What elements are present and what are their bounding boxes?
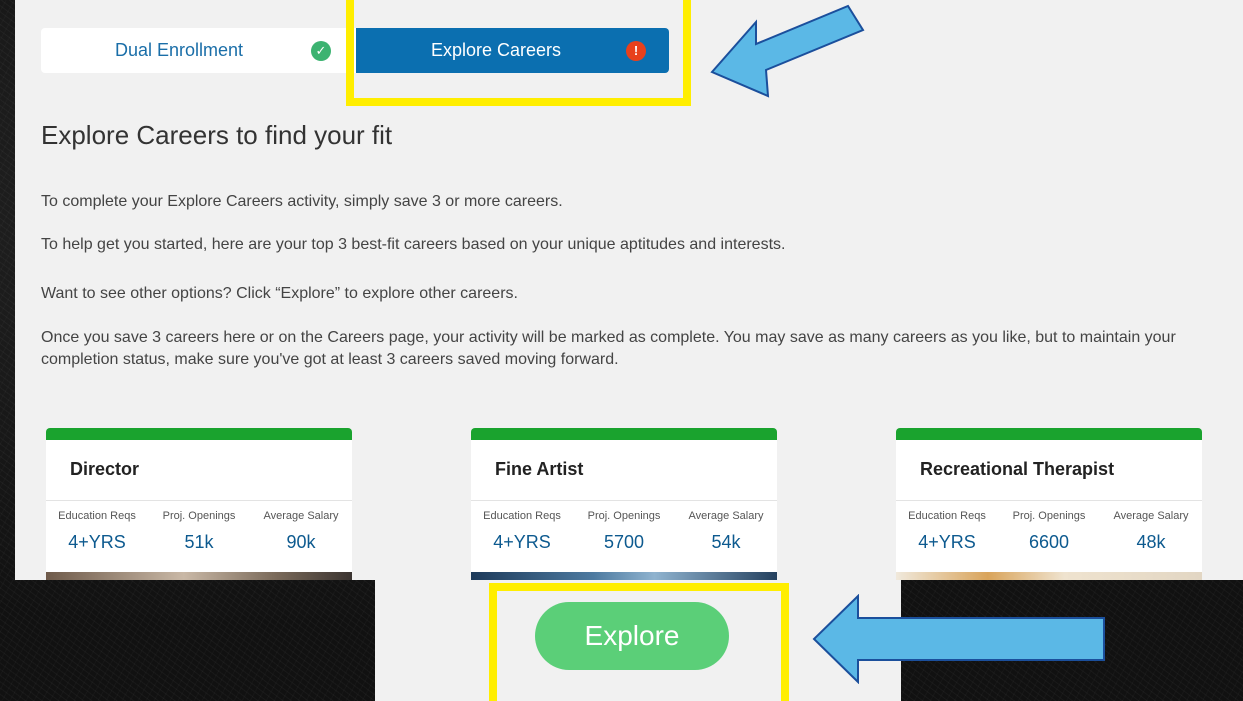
card-divider <box>471 500 777 501</box>
stat-label: Education Reqs <box>483 510 561 522</box>
stat-openings: Proj. Openings 51k <box>148 510 250 553</box>
stat-education: Education Reqs 4+YRS <box>471 510 573 553</box>
stat-label: Average Salary <box>1113 510 1189 522</box>
instruction-text-1: To complete your Explore Careers activit… <box>41 193 563 210</box>
stat-value: 48k <box>1136 532 1166 552</box>
tab-dual-enrollment-label: Dual Enrollment <box>115 40 244 60</box>
career-photo <box>471 572 777 580</box>
page-title: Explore Careers to find your fit <box>41 120 393 150</box>
stat-label: Average Salary <box>688 510 764 522</box>
stat-value: 6600 <box>1028 532 1070 552</box>
stat-value: 4+YRS <box>493 532 551 552</box>
career-title: Fine Artist <box>495 459 584 479</box>
stat-value: 4+YRS <box>918 532 976 552</box>
stat-value: 51k <box>184 532 214 552</box>
career-card-fine-artist[interactable]: Fine Artist Education Reqs 4+YRS Proj. O… <box>471 428 777 580</box>
stat-value: 5700 <box>603 532 645 552</box>
stat-label: Education Reqs <box>908 510 986 522</box>
instruction-text-3: Want to see other options? Click “Explor… <box>41 285 518 302</box>
stat-openings: Proj. Openings 5700 <box>573 510 675 553</box>
explore-button[interactable]: Explore <box>535 602 729 670</box>
stat-label: Proj. Openings <box>1012 510 1086 522</box>
arrow-icon <box>710 4 865 98</box>
card-divider <box>896 500 1202 501</box>
highlight-box-tab <box>346 0 691 106</box>
stat-label: Average Salary <box>263 510 339 522</box>
tab-dual-enrollment[interactable]: Dual Enrollment ✓ <box>41 28 356 73</box>
stat-value: 54k <box>711 532 741 552</box>
stat-salary: Average Salary 48k <box>1100 510 1202 553</box>
stat-education: Education Reqs 4+YRS <box>896 510 998 553</box>
career-title: Recreational Therapist <box>920 459 1115 479</box>
stat-salary: Average Salary 90k <box>250 510 352 553</box>
instruction-text-4: Once you save 3 careers here or on the C… <box>41 329 1176 368</box>
stat-value: 4+YRS <box>68 532 126 552</box>
stat-salary: Average Salary 54k <box>675 510 777 553</box>
stat-education: Education Reqs 4+YRS <box>46 510 148 553</box>
career-photo <box>46 572 352 580</box>
arrow-icon <box>812 594 1105 684</box>
career-card-director[interactable]: Director Education Reqs 4+YRS Proj. Open… <box>46 428 352 580</box>
stat-label: Proj. Openings <box>587 510 661 522</box>
stat-label: Proj. Openings <box>162 510 236 522</box>
check-circle-icon: ✓ <box>311 40 331 61</box>
stat-openings: Proj. Openings 6600 <box>998 510 1100 553</box>
stat-value: 90k <box>286 532 316 552</box>
career-title: Director <box>70 459 140 479</box>
career-card-recreational-therapist[interactable]: Recreational Therapist Education Reqs 4+… <box>896 428 1202 580</box>
instruction-text-2: To help get you started, here are your t… <box>41 236 786 253</box>
card-divider <box>46 500 352 501</box>
career-photo <box>896 572 1202 580</box>
stat-label: Education Reqs <box>58 510 136 522</box>
